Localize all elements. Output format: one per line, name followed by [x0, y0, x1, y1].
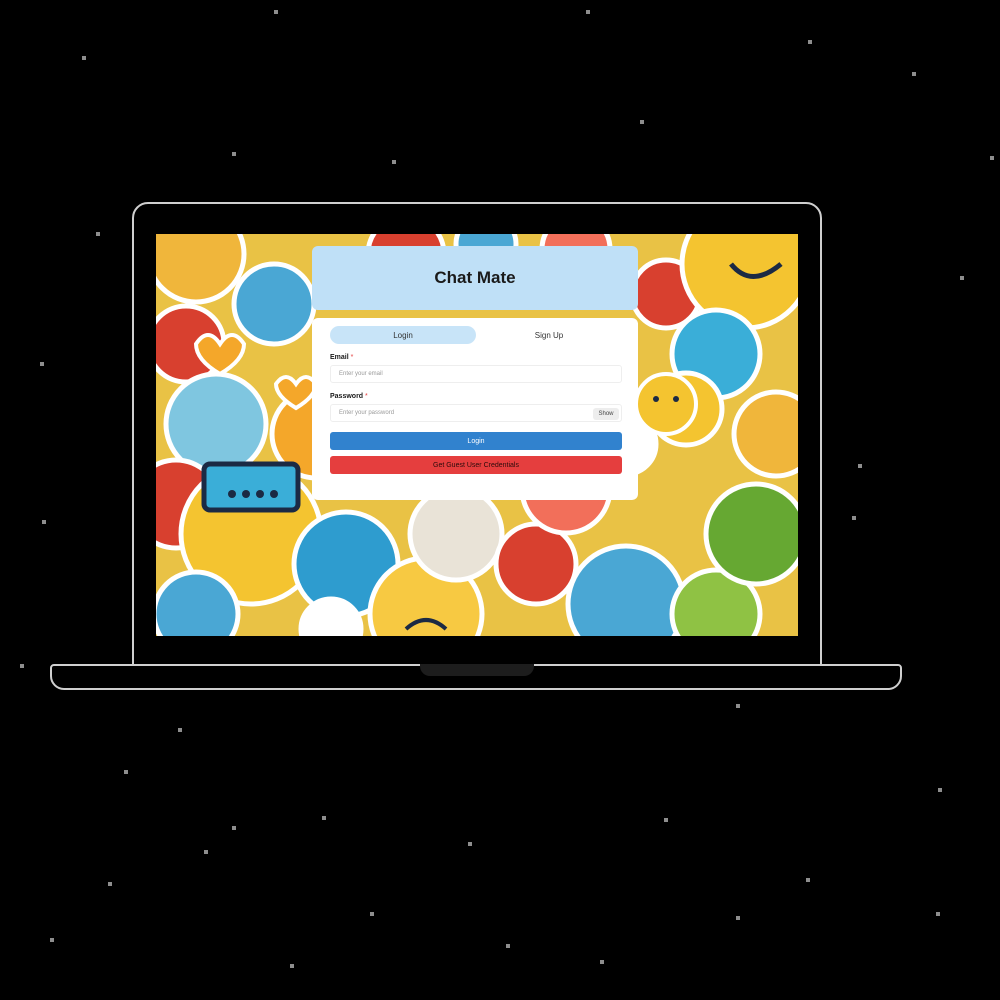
sparkle-dot — [96, 232, 100, 236]
tab-login[interactable]: Login — [330, 326, 476, 344]
sparkle-dot — [124, 770, 128, 774]
sparkle-dot — [912, 72, 916, 76]
sparkle-dot — [736, 916, 740, 920]
sparkle-dot — [808, 40, 812, 44]
sparkle-dot — [936, 912, 940, 916]
sparkle-dot — [274, 10, 278, 14]
sparkle-dot — [960, 276, 964, 280]
sparkle-dot — [370, 912, 374, 916]
scene: Chat Mate Login Sign Up Email * Enter yo… — [0, 0, 1000, 1000]
sparkle-dot — [736, 704, 740, 708]
email-field[interactable]: Enter your email — [330, 365, 622, 383]
sparkle-dot — [108, 882, 112, 886]
sparkle-dot — [232, 152, 236, 156]
sparkle-dot — [204, 850, 208, 854]
sparkle-dot — [852, 516, 856, 520]
login-button[interactable]: Login — [330, 432, 622, 450]
laptop-notch — [420, 664, 534, 676]
show-password-button[interactable]: Show — [593, 408, 619, 420]
sparkle-dot — [938, 788, 942, 792]
email-label-text: Email — [330, 354, 349, 361]
sparkle-dot — [858, 464, 862, 468]
app-header: Chat Mate — [312, 246, 638, 310]
sparkle-dot — [322, 816, 326, 820]
sparkle-dot — [600, 960, 604, 964]
password-label-text: Password — [330, 393, 364, 400]
sparkle-dot — [290, 964, 294, 968]
sparkle-dot — [468, 842, 472, 846]
sparkle-dot — [42, 520, 46, 524]
sparkle-dot — [50, 938, 54, 942]
guest-credentials-button[interactable]: Get Guest User Credentials — [330, 456, 622, 474]
sparkle-dot — [990, 156, 994, 160]
sparkle-dot — [20, 664, 24, 668]
sparkle-dot — [40, 362, 44, 366]
sparkle-dot — [392, 160, 396, 164]
email-placeholder: Enter your email — [339, 371, 383, 377]
password-label: Password * — [330, 393, 621, 400]
sparkle-dot — [232, 826, 236, 830]
app-title: Chat Mate — [434, 268, 516, 287]
laptop-screen: Chat Mate Login Sign Up Email * Enter yo… — [156, 234, 798, 636]
sparkle-dot — [82, 56, 86, 60]
password-placeholder: Enter your password — [339, 410, 395, 416]
auth-card: Login Sign Up Email * Enter your email P… — [312, 318, 638, 500]
tab-sign-up[interactable]: Sign Up — [476, 326, 622, 344]
password-field[interactable]: Enter your password Show — [330, 404, 622, 422]
sparkle-dot — [586, 10, 590, 14]
email-label: Email * — [330, 354, 621, 361]
sparkle-dot — [664, 818, 668, 822]
required-mark: * — [365, 393, 368, 400]
sparkle-dot — [806, 878, 810, 882]
sparkle-dot — [506, 944, 510, 948]
sparkle-dot — [178, 728, 182, 732]
sparkle-dot — [640, 120, 644, 124]
auth-tabs: Login Sign Up — [330, 326, 622, 344]
required-mark: * — [350, 354, 354, 361]
